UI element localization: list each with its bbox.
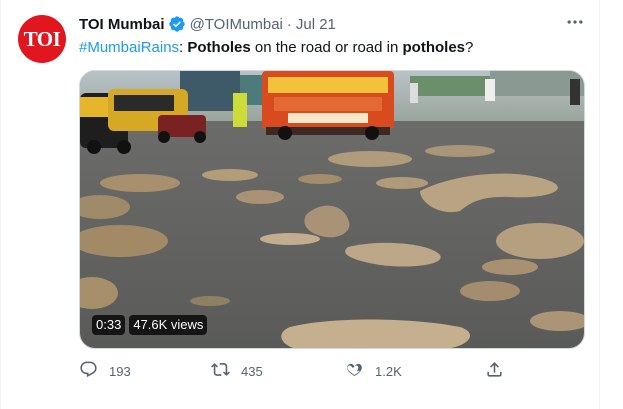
author-handle[interactable]: @TOIMumbai (190, 16, 283, 33)
video-frame-image (80, 71, 584, 348)
more-options-icon (565, 12, 585, 37)
video-duration: 0:33 (92, 315, 126, 335)
tweet-text-colon: : (179, 39, 184, 56)
retweet-count: 435 (241, 363, 263, 379)
tweet-card[interactable]: TOI TOI Mumbai @TOIMumbai · Jul 21 #Mumb… (0, 0, 600, 409)
tweet-text: #MumbaiRains: Potholes on the road or ro… (79, 38, 473, 58)
video-view-count: 47.6K views (129, 315, 208, 335)
tweet-header: TOI Mumbai @TOIMumbai · Jul 21 (79, 14, 336, 34)
author-name[interactable]: TOI Mumbai (79, 16, 165, 33)
more-options-button[interactable] (562, 14, 588, 34)
video-player[interactable]: 0:33 47.6K views (79, 70, 585, 349)
tweet-text-end: ? (465, 39, 474, 56)
tweet-text-highlight-2: potholes (402, 39, 466, 56)
share-icon (485, 360, 504, 382)
like-count: 1.2K (375, 363, 402, 379)
share-button[interactable] (485, 360, 504, 382)
retweet-button[interactable]: 435 (211, 360, 263, 382)
like-icon (345, 360, 364, 382)
like-button[interactable]: 1.2K (345, 360, 402, 382)
tweet-text-highlight-1: Potholes (187, 39, 251, 56)
tweet-actions: 193 435 1.2K (79, 360, 509, 382)
retweet-icon (211, 360, 230, 382)
verified-badge-icon (168, 15, 186, 33)
reply-icon (79, 360, 98, 382)
reply-button[interactable]: 193 (79, 360, 131, 382)
video-badges: 0:33 47.6K views (92, 315, 208, 335)
avatar-logo-text: TOI (23, 26, 61, 51)
tweet-text-middle: on the road or road in (250, 39, 403, 56)
reply-count: 193 (109, 363, 131, 379)
meta-separator: · (286, 15, 292, 33)
tweet-date[interactable]: Jul 21 (296, 16, 336, 33)
hashtag-link[interactable]: #MumbaiRains (79, 39, 179, 56)
avatar[interactable]: TOI (18, 15, 66, 63)
